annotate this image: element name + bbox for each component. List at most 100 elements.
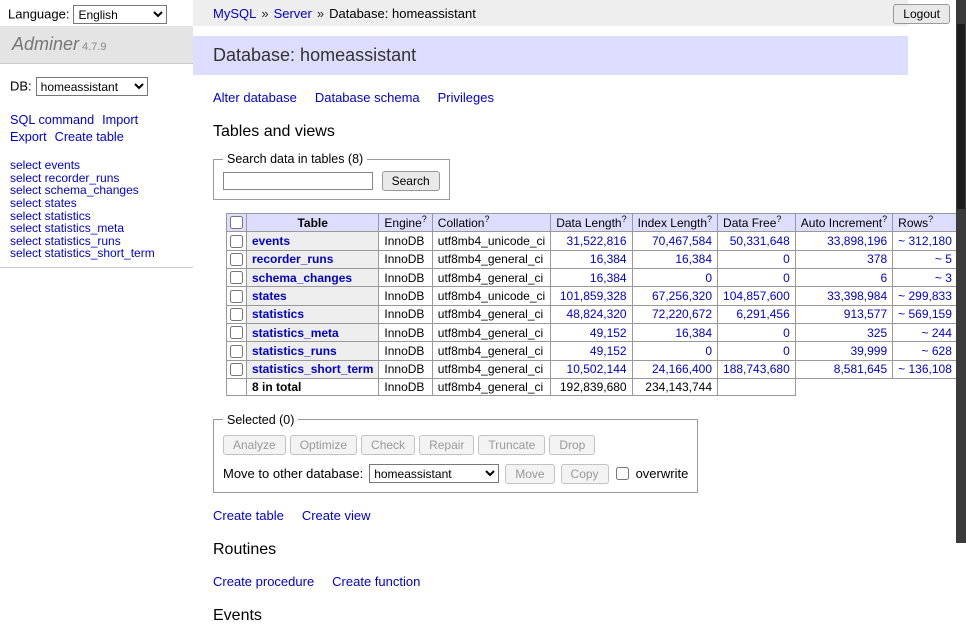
data-free-value-link[interactable]: 50,331,648 [730,234,790,248]
rows-value-link[interactable]: ~ 3 [935,271,952,285]
data-length-value-link[interactable]: 49,152 [590,344,627,358]
table-name-link-statistics-short-term[interactable]: statistics_short_term [252,362,373,376]
create-procedure-link[interactable]: Create procedure [213,574,314,589]
row-checkbox[interactable] [230,326,243,339]
row-checkbox[interactable] [230,345,243,358]
sidebar-divider [0,267,193,268]
sidebar-create-table-link[interactable]: Create table [55,130,124,144]
row-checkbox[interactable] [230,271,243,284]
alter-database-link[interactable]: Alter database [213,90,297,105]
index-length-value-link[interactable]: 0 [705,344,712,358]
data-free-value-link[interactable]: 0 [783,326,790,340]
rows-value-link[interactable]: ~ 312,180 [898,234,952,248]
sidebar-import-link[interactable]: Import [102,113,138,127]
analyze-button[interactable]: Analyze [223,435,286,455]
table-name-cell: schema_changes [247,268,379,286]
sidebar-export-link[interactable]: Export [10,130,47,144]
index-length-value-link[interactable]: 16,384 [675,252,712,266]
database-schema-link[interactable]: Database schema [315,90,420,105]
sidebar-table-link-statistics-short-term[interactable]: select statistics_short_term [10,247,183,260]
overwrite-checkbox[interactable] [616,467,629,480]
data-length-cell: 10,502,144 [551,360,632,378]
database-action-links: Alter database Database schema Privileges [213,90,946,105]
index-length-value-link[interactable]: 16,384 [675,326,712,340]
rows-value-link[interactable]: ~ 628 [922,344,952,358]
data-length-value-link[interactable]: 16,384 [590,252,627,266]
optimize-button[interactable]: Optimize [290,435,357,455]
select-all-checkbox[interactable] [230,216,243,229]
table-name-link-schema-changes[interactable]: schema_changes [252,271,352,285]
data-free-value-link[interactable]: 0 [783,271,790,285]
data-length-value-link[interactable]: 16,384 [590,271,627,285]
index-length-value-link[interactable]: 67,256,320 [652,289,712,303]
rows-value-link[interactable]: ~ 244 [922,326,952,340]
column-header-auto-increment: Auto Increment? [795,214,892,232]
rows-value-link[interactable]: ~ 136,108 [898,362,952,376]
table-name-link-events[interactable]: events [252,234,290,248]
auto-increment-value-link[interactable]: 378 [867,252,887,266]
search-fieldset: Search data in tables (8) Search [213,152,450,200]
auto-increment-value-link[interactable]: 39,999 [850,344,887,358]
table-name-cell: statistics_meta [247,323,379,341]
sidebar-table-link-statistics-meta[interactable]: select statistics_meta [10,222,183,235]
privileges-link[interactable]: Privileges [438,90,494,105]
row-checkbox[interactable] [230,308,243,321]
row-checkbox[interactable] [230,290,243,303]
drop-button[interactable]: Drop [549,435,595,455]
db-select[interactable]: homeassistant [36,77,148,96]
totals-cell: 192,839,680 [551,378,632,395]
table-name-link-recorder-runs[interactable]: recorder_runs [252,252,333,266]
auto-increment-value-link[interactable]: 913,577 [844,307,887,321]
data-length-value-link[interactable]: 48,824,320 [567,307,627,321]
create-function-link[interactable]: Create function [332,574,420,589]
auto-increment-value-link[interactable]: 8,581,645 [834,362,887,376]
row-checkbox[interactable] [230,235,243,248]
create-view-link[interactable]: Create view [302,508,371,523]
auto-increment-value-link[interactable]: 6 [880,271,887,285]
data-free-value-link[interactable]: 0 [783,344,790,358]
auto-increment-value-link[interactable]: 33,898,196 [827,234,887,248]
rows-value-link[interactable]: ~ 5 [935,252,952,266]
row-checkbox[interactable] [230,363,243,376]
data-length-value-link[interactable]: 31,522,816 [567,234,627,248]
table-name-link-statistics[interactable]: statistics [252,307,304,321]
scrollbar-thumb[interactable] [957,24,965,209]
move-db-select[interactable]: homeassistant [369,464,499,483]
index-length-value-link[interactable]: 0 [705,271,712,285]
data-free-value-link[interactable]: 0 [783,252,790,266]
sidebar-table-link-states[interactable]: select states [10,197,183,210]
index-length-value-link[interactable]: 72,220,672 [652,307,712,321]
rows-value-link[interactable]: ~ 569,159 [898,307,952,321]
repair-button[interactable]: Repair [419,435,474,455]
rows-value-link[interactable]: ~ 299,833 [898,289,952,303]
breadcrumb-mysql[interactable]: MySQL [213,6,256,21]
row-checkbox[interactable] [230,253,243,266]
copy-button[interactable]: Copy [561,464,609,484]
index-length-value-link[interactable]: 24,166,400 [652,362,712,376]
data-length-value-link[interactable]: 101,859,328 [560,289,627,303]
breadcrumb-server[interactable]: Server [274,6,312,21]
data-length-value-link[interactable]: 10,502,144 [567,362,627,376]
auto-increment-value-link[interactable]: 33,398,984 [827,289,887,303]
create-table-link[interactable]: Create table [213,508,284,523]
data-free-value-link[interactable]: 104,857,600 [723,289,790,303]
index-length-value-link[interactable]: 70,467,584 [652,234,712,248]
table-name-link-statistics-meta[interactable]: statistics_meta [252,326,339,340]
table-name-link-states[interactable]: states [252,289,287,303]
check-button[interactable]: Check [361,435,415,455]
logout-button[interactable]: Logout [893,4,950,24]
move-button[interactable]: Move [505,464,554,484]
scrollbar[interactable] [956,0,966,543]
data-length-value-link[interactable]: 49,152 [590,326,627,340]
search-input[interactable] [223,172,373,190]
sidebar-sql-command-link[interactable]: SQL command [10,113,94,127]
sidebar-table-link-events[interactable]: select events [10,159,183,172]
auto-increment-value-link[interactable]: 325 [867,326,887,340]
search-button[interactable]: Search [382,171,440,191]
table-row: recorder_runsInnoDButf8mb4_general_ci16,… [227,250,966,268]
data-free-value-link[interactable]: 6,291,456 [736,307,789,321]
table-name-link-statistics-runs[interactable]: statistics_runs [252,344,337,358]
truncate-button[interactable]: Truncate [478,435,545,455]
language-select[interactable]: English [73,5,167,24]
data-free-value-link[interactable]: 188,743,680 [723,362,790,376]
